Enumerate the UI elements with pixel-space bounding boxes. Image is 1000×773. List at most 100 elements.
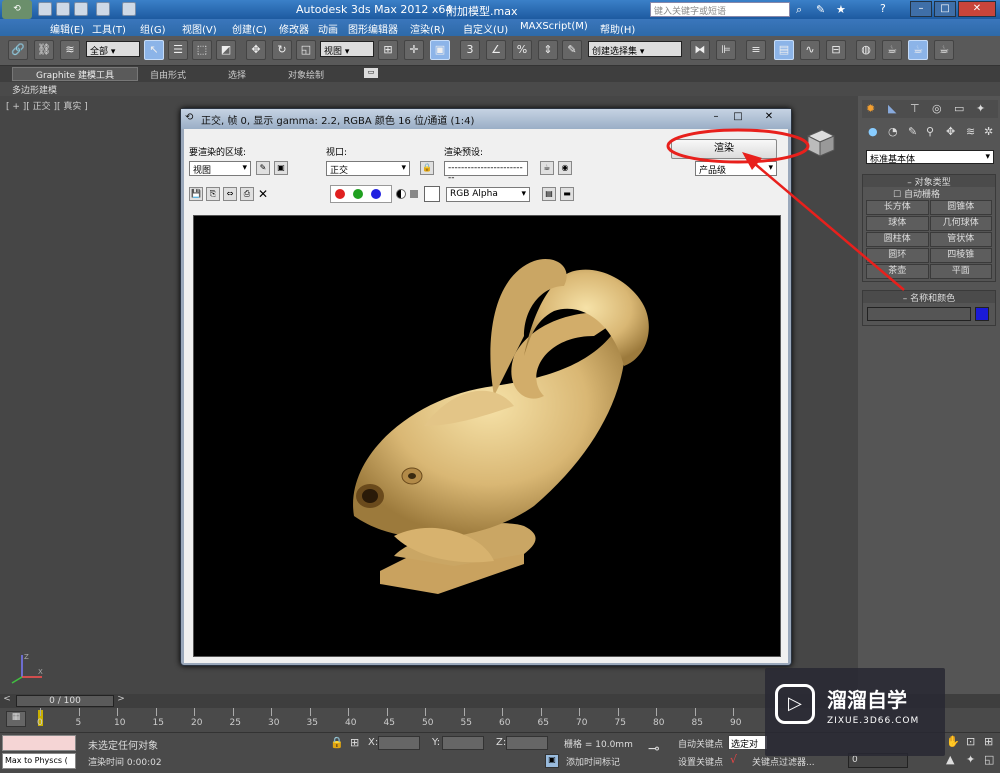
geosphere-button[interactable]: 几何球体 [929,216,992,231]
tab-selection[interactable]: 选择 [228,68,246,81]
rendered-frame-window-icon[interactable]: ☕ [908,40,928,60]
mirror-icon[interactable]: ⧓ [690,40,710,60]
rect-selection-icon[interactable]: ⬚ [192,40,212,60]
rotate-icon[interactable]: ↻ [272,40,292,60]
reference-coord-dropdown[interactable]: 视图 ▾ [320,41,374,57]
y-coordinate-field[interactable] [442,736,484,750]
pyramid-button[interactable]: 四棱锥 [929,248,992,263]
monochrome-toggle[interactable] [410,190,418,198]
plane-button[interactable]: 平面 [929,264,992,279]
selection-lock-icon[interactable]: 🔒 [330,736,344,749]
render-maximize-button[interactable]: □ [729,111,747,125]
render-setup-icon[interactable]: ☕ [882,40,902,60]
save-file-icon[interactable] [74,2,88,16]
object-color-swatch[interactable] [975,307,989,321]
open-file-icon[interactable] [56,2,70,16]
pivot-icon[interactable]: ⊞ [378,40,398,60]
move-icon[interactable]: ✥ [246,40,266,60]
motion-tab-icon[interactable]: ◎ [932,102,942,115]
time-tag-icon[interactable]: ▣ [545,754,559,768]
green-channel-toggle[interactable] [353,189,363,199]
maximize-button[interactable]: □ [934,1,956,17]
set-key-icon[interactable]: √ [730,753,737,766]
menu-maxscript[interactable]: MAXScript(M) [520,21,588,32]
zoom-all-icon[interactable]: ⊞ [984,735,993,748]
blue-channel-toggle[interactable] [371,189,381,199]
snap-toggle-icon[interactable]: 3 [460,40,480,60]
selection-filter-dropdown[interactable]: 全部 ▾ [86,41,140,57]
auto-key-button[interactable]: 自动关键点 [678,737,723,750]
close-button[interactable]: ✕ [958,1,996,17]
systems-icon[interactable]: ✲ [984,125,993,138]
tab-freeform[interactable]: 自由形式 [150,68,186,81]
key-icon[interactable]: ⊸ [648,741,660,757]
tab-object-paint[interactable]: 对象绘制 [288,68,324,81]
scale-icon[interactable]: ◱ [296,40,316,60]
ribbon-options-icon[interactable]: ▭ [364,68,378,78]
mini-curve-editor-icon[interactable]: ▦ [6,711,26,727]
prev-frame-icon[interactable]: < [0,694,14,708]
menu-animation[interactable]: 动画 [318,21,338,36]
absolute-mode-icon[interactable]: ⊞ [350,736,359,749]
viewport-dropdown[interactable]: 正交 ▾ [326,161,410,176]
time-slider-thumb[interactable]: 0 / 100 [16,695,114,707]
menu-rendering[interactable]: 渲染(R) [410,21,445,36]
window-crossing-icon[interactable]: ◩ [216,40,236,60]
tab-polygon-modeling[interactable]: 多边形建模 [12,83,57,96]
autogrid-checkbox[interactable]: ☐ 自动栅格 [863,187,995,200]
red-channel-toggle[interactable] [335,189,345,199]
save-image-icon[interactable]: 💾 [189,187,203,201]
lock-icon[interactable]: 🔒 [420,161,434,175]
category-dropdown[interactable]: 标准基本体 ▾ [866,150,994,165]
add-time-tag-button[interactable]: 添加时间标记 [566,755,620,768]
select-object-icon[interactable]: ↖ [144,40,164,60]
menu-customize[interactable]: 自定义(U) [463,21,508,36]
clone-window-icon[interactable]: ⇔ [223,187,237,201]
teapot-button[interactable]: 茶壶 [866,264,929,279]
select-manipulate-icon[interactable]: ✛ [404,40,424,60]
render-preset-dropdown[interactable]: ------------------------- [444,161,528,183]
tube-button[interactable]: 管状体 [929,232,992,247]
helpers-icon[interactable]: ✥ [946,125,955,138]
display-channel-dropdown[interactable]: RGB Alpha ▾ [446,187,530,202]
toggle-ui-overlay-icon[interactable]: ▤ [542,187,556,201]
hierarchy-tab-icon[interactable]: ⊤ [910,102,920,115]
help-icon[interactable]: ? [880,2,886,15]
menu-edit[interactable]: 编辑(E) [50,21,84,36]
menu-modifiers[interactable]: 修改器 [279,21,309,36]
new-file-icon[interactable] [38,2,52,16]
environment-icon[interactable]: ◉ [558,161,572,175]
search-icon[interactable]: ⌕ [796,3,802,17]
angle-snap-icon[interactable]: ∠ [486,40,506,60]
unlink-icon[interactable]: ⛓ [34,40,54,60]
graphite-toggle-icon[interactable]: ▤ [774,40,794,60]
toggle-ui-icon[interactable]: ▬ [560,187,574,201]
z-coordinate-field[interactable] [506,736,548,750]
sphere-button[interactable]: 球体 [866,216,929,231]
undo-icon[interactable] [96,2,110,16]
maxscript-listener-top[interactable] [2,735,76,751]
shapes-icon[interactable]: ◔ [888,125,898,138]
set-key-button[interactable]: 设置关键点 [678,755,723,768]
maximize-viewport-icon[interactable]: ◱ [984,753,994,766]
key-mode-dropdown[interactable]: 选定对象 [728,735,768,750]
modify-tab-icon[interactable]: ◣ [888,102,896,115]
select-by-name-icon[interactable]: ☰ [168,40,188,60]
geometry-icon[interactable]: ● [868,125,878,138]
material-editor-icon[interactable]: ◍ [856,40,876,60]
menu-group[interactable]: 组(G) [140,21,166,36]
edit-named-selection-icon[interactable]: ✎ [562,40,582,60]
render-close-button[interactable]: ✕ [757,111,781,125]
sun-icon[interactable]: ✹ [866,102,875,115]
name-color-header[interactable]: – 名称和颜色 [863,291,995,304]
auto-region-icon[interactable]: ▣ [274,161,288,175]
schematic-view-icon[interactable]: ⊟ [826,40,846,60]
box-button[interactable]: 长方体 [866,200,929,215]
render-quality-dropdown[interactable]: 产品级 ▾ [695,161,777,176]
search-input[interactable]: 键入关键字或短语 [650,2,790,17]
star-icon[interactable]: ★ [836,3,846,16]
cameras-icon[interactable]: ⚲ [926,125,934,138]
menu-tools[interactable]: 工具(T) [92,21,126,36]
key-filters-button[interactable]: 关键点过滤器... [752,755,815,768]
keyboard-shortcut-icon[interactable]: ▣ [430,40,450,60]
